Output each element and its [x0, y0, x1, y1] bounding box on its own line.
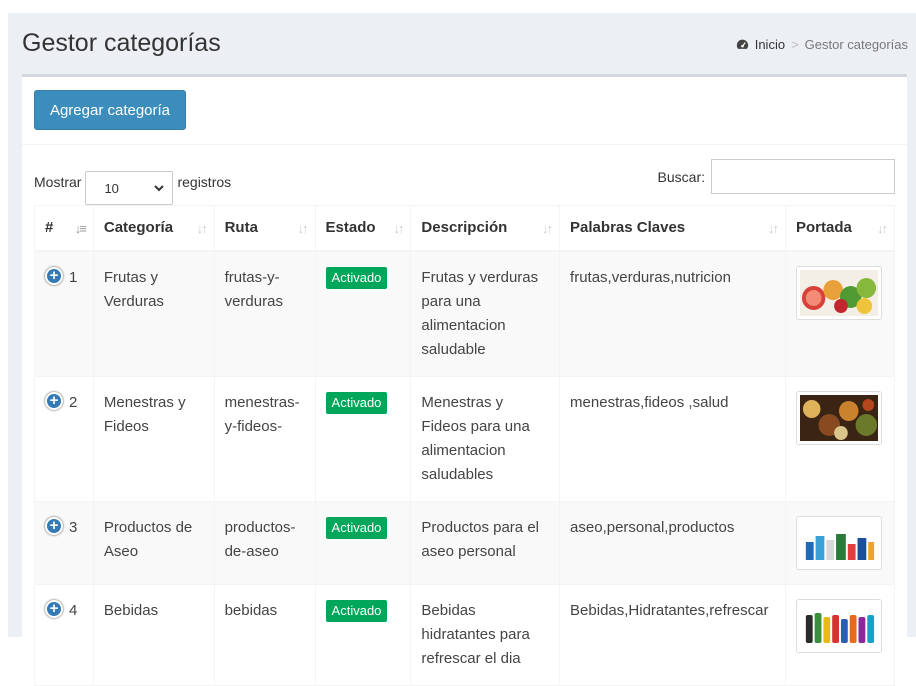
column-header-portada[interactable]: Portada ↓↑	[784, 205, 896, 252]
cell-estado: Activado	[314, 500, 412, 585]
cell-categoria: Bebidas	[92, 583, 215, 686]
cell-num: +1	[34, 250, 94, 377]
page-title: Gestor categorías	[22, 29, 221, 57]
column-header-categoria[interactable]: Categoría ↓↑	[92, 205, 215, 252]
cell-palabras-claves: Bebidas,Hidratantes,refrescar	[559, 583, 786, 686]
table-controls: Mostrar 10 registros Buscar:	[22, 147, 907, 205]
cell-categoria: Productos de Aseo	[92, 500, 215, 585]
cell-portada	[784, 500, 896, 585]
search-label: Buscar:	[657, 168, 705, 185]
categories-table: # ↓≡ Categoría ↓↑ Ruta ↓↑ Estado ↓↑ Descripc…	[34, 205, 896, 686]
cell-ruta: productos-de-aseo	[213, 500, 316, 585]
sort-icon: ↓↑	[877, 221, 888, 236]
dashboard-icon	[736, 39, 748, 49]
sort-icon: ↓↑	[393, 221, 404, 236]
expand-row-icon[interactable]: +	[45, 599, 63, 618]
cell-descripcion: Menestras y Fideos para una alimentacion…	[410, 375, 561, 502]
search-input[interactable]	[711, 159, 895, 194]
content-wrapper: Gestor categorías Inicio > Gestor catego…	[8, 13, 916, 686]
breadcrumb-home-label[interactable]: Inicio	[755, 37, 785, 52]
sort-icon: ↓↑	[297, 221, 309, 236]
add-category-button[interactable]: Agregar categoría	[34, 90, 186, 130]
breadcrumb-home[interactable]: Inicio	[736, 37, 785, 52]
cell-descripcion: Productos para el aseo personal	[410, 500, 561, 585]
menestras-fideos-image	[795, 390, 882, 445]
table-header-row: # ↓≡ Categoría ↓↑ Ruta ↓↑ Estado ↓↑ Descripc…	[34, 205, 896, 252]
status-badge[interactable]: Activado	[325, 516, 388, 539]
column-header-num[interactable]: # ↓≡	[34, 205, 94, 252]
column-header-palabras-claves[interactable]: Palabras Claves ↓↑	[559, 205, 786, 252]
table-row: +2 Menestras y Fideos menestras-y-fideos…	[34, 375, 896, 502]
sort-icon: ↓↑	[196, 221, 208, 236]
cell-estado: Activado	[314, 583, 412, 686]
breadcrumb-separator: >	[791, 37, 799, 52]
page-length-value: 10	[104, 180, 119, 196]
bebidas-image	[795, 598, 882, 653]
breadcrumb: Inicio > Gestor categorías	[736, 37, 908, 52]
cell-estado: Activado	[314, 250, 412, 377]
page-length-select[interactable]: 10	[85, 171, 174, 205]
content-header: Gestor categorías Inicio > Gestor catego…	[8, 13, 916, 73]
box-header: Agregar categoría	[22, 77, 907, 145]
expand-row-icon[interactable]: +	[45, 516, 63, 535]
status-badge[interactable]: Activado	[325, 599, 388, 622]
sort-icon: ↓↑	[542, 221, 553, 236]
cell-categoria: Frutas y Verduras	[92, 250, 215, 377]
column-header-descripcion[interactable]: Descripción ↓↑	[410, 205, 561, 252]
productos-aseo-image	[795, 515, 882, 570]
frutas-verduras-image	[795, 265, 882, 320]
show-label: Mostrar	[34, 174, 82, 190]
cell-portada	[784, 375, 896, 502]
table-row: +4 Bebidas bebidas Activado Bebidas hidr…	[34, 583, 896, 686]
sort-icon: ↓↑	[767, 221, 779, 236]
cell-palabras-claves: frutas,verduras,nutricion	[559, 250, 786, 377]
column-header-ruta[interactable]: Ruta ↓↑	[213, 205, 316, 252]
expand-row-icon[interactable]: +	[45, 391, 63, 410]
cell-portada	[784, 583, 896, 686]
cell-portada	[784, 250, 896, 377]
cell-descripcion: Bebidas hidratantes para refrescar el di…	[410, 583, 561, 686]
cell-ruta: bebidas	[213, 583, 316, 686]
sort-asc-icon: ↓≡	[74, 221, 87, 236]
cell-ruta: frutas-y-verduras	[213, 250, 316, 377]
cell-num: +4	[34, 583, 94, 686]
cell-num: +2	[34, 375, 94, 502]
status-badge[interactable]: Activado	[325, 266, 388, 289]
cell-num: +3	[34, 500, 94, 585]
categories-box: Agregar categoría Mostrar 10 registros B…	[22, 74, 907, 686]
column-header-estado[interactable]: Estado ↓↑	[314, 205, 412, 252]
cell-palabras-claves: aseo,personal,productos	[559, 500, 786, 585]
cell-categoria: Menestras y Fideos	[92, 375, 215, 502]
cell-palabras-claves: menestras,fideos ,salud	[559, 375, 786, 502]
chevron-down-icon	[154, 185, 165, 192]
records-label: registros	[177, 174, 232, 190]
table-row: +3 Productos de Aseo productos-de-aseo A…	[34, 500, 896, 585]
expand-row-icon[interactable]: +	[45, 266, 63, 285]
table-row: +1 Frutas y Verduras frutas-y-verduras A…	[34, 250, 896, 377]
cell-descripcion: Frutas y verduras para una alimentacion …	[410, 250, 561, 377]
page-length-control: Mostrar 10 registros	[34, 159, 231, 205]
cell-estado: Activado	[314, 375, 412, 502]
cell-ruta: menestras-y-fideos-	[213, 375, 316, 502]
breadcrumb-current: Gestor categorías	[804, 37, 908, 52]
search-control: Buscar:	[658, 159, 895, 194]
status-badge[interactable]: Activado	[325, 391, 388, 414]
